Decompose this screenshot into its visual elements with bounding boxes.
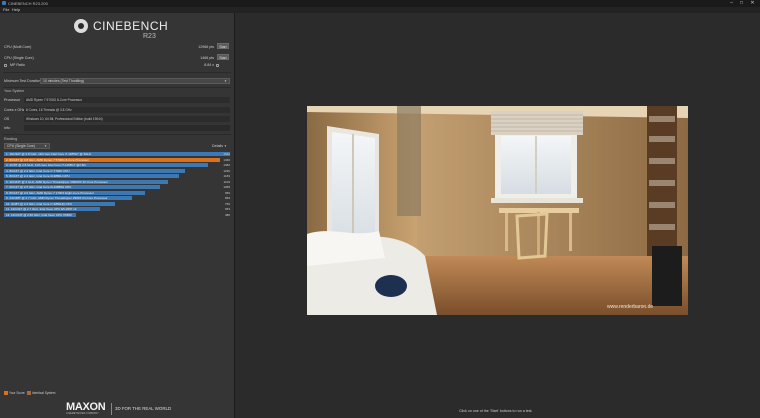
logo-name: CINEBENCH (93, 19, 169, 33)
separator (3, 134, 231, 135)
title-bar: CINEBENCH R23.200 – □ ✕ (0, 0, 760, 7)
chevron-down-icon: ▼ (224, 144, 227, 148)
ranking-row-label: 9. 24C/48T @ 2.7 GHz, AMD Ryzen Threadri… (6, 196, 108, 200)
legend-your-score-swatch (4, 391, 8, 395)
status-text: Click on one of the 'Start' buttons to r… (459, 409, 533, 413)
render-viewport[interactable]: www.renderbaron.de (307, 106, 688, 315)
ranking-row-score: 486 (224, 212, 230, 217)
app-icon (2, 1, 6, 5)
legend-identical-swatch (27, 391, 31, 395)
maxon-tagline: 3D FOR THE REAL WORLD (115, 406, 172, 411)
panel-divider[interactable] (234, 13, 235, 418)
ranking-heading: Ranking (4, 137, 18, 141)
ranking-row-label: 6. 32C/64T @ 3 GHz, AMD Ryzen Threadripp… (6, 179, 108, 184)
ranking-row[interactable]: 3. 4C/8T @ 2.8 GHz, 11th Gen Intel Core … (4, 163, 208, 168)
window-title: CINEBENCH R23.200 (8, 1, 48, 6)
maximize-button[interactable]: □ (737, 0, 746, 7)
ranking-row-label: 11. 12C/24T @ 2.7 GHz, Intel Xeon CPU E5… (6, 207, 77, 211)
min-duration-value: 10 minutes (Test Throttling) (43, 79, 85, 83)
ranking-row[interactable]: 2. 8C/16T @ 3.8 GHz, AMD Ryzen 7 5700G 8… (4, 157, 220, 162)
system-info-field[interactable] (24, 125, 230, 131)
ranking-row[interactable]: 5. 8C/16T @ 2.4 GHz, Intel Core i9-9880H… (4, 174, 179, 179)
ranking-row[interactable]: 1. 16C/32T @ 2.8 GHz, 11th Gen Intel Cor… (4, 152, 230, 157)
ranking-row-score: 1058 (223, 185, 230, 189)
close-button[interactable]: ✕ (748, 0, 757, 7)
ranking-row[interactable]: 7. 6C/12T @ 2.5 GHz, Intel Core i9-10885… (4, 185, 160, 190)
ranking-row-label: 3. 4C/8T @ 2.8 GHz, 11th Gen Intel Core … (6, 163, 86, 167)
render-image: www.renderbaron.de (307, 106, 688, 315)
your-system-heading: Your System (4, 89, 25, 93)
ranking-row-score: 1532 (223, 152, 230, 156)
render-watermark: www.renderbaron.de (607, 304, 653, 310)
ranking-row-score: 1109 (223, 179, 230, 184)
test-score-multi: 12966 pts (198, 45, 214, 49)
test-score-mp-ratio: 8.84 x (204, 63, 214, 67)
system-label-os: OS (4, 117, 10, 121)
minimize-button[interactable]: – (727, 0, 736, 7)
ranking-row-label: 12. 12C/24T @ 2.66 GHz, Intel Xeon CPU X… (6, 212, 72, 217)
ranking-row[interactable]: 12. 12C/24T @ 2.66 GHz, Intel Xeon CPU X… (4, 212, 76, 217)
ranking-row-score: 1183 (223, 174, 230, 178)
chevron-down-icon: ▼ (224, 79, 227, 83)
legend-identical: Identical System (32, 391, 56, 395)
footer-separator (111, 403, 112, 415)
ranking-row-score: 653 (224, 207, 230, 211)
test-label-multi: CPU (Multi Core) (4, 45, 32, 49)
system-label-cores: Cores x GHz (4, 108, 25, 112)
ranking-row-label: 1. 16C/32T @ 2.8 GHz, 11th Gen Intel Cor… (6, 152, 92, 156)
ranking-dropdown[interactable]: CPU (Single Core) ▼ (4, 143, 50, 149)
ranking-row[interactable]: 6. 32C/64T @ 3 GHz, AMD Ryzen Threadripp… (4, 179, 168, 184)
system-value-processor: AMD Ryzen 7 5700G 8-Core Processor (24, 97, 230, 103)
ranking-row-score: 869 (224, 196, 230, 200)
ranking-row-label: 5. 8C/16T @ 2.4 GHz, Intel Core i9-9880H… (6, 174, 70, 178)
mp-ratio-toggle[interactable] (216, 64, 219, 67)
separator (3, 87, 231, 88)
start-button-single[interactable]: Start (217, 54, 229, 60)
test-score-single: 1466 pts (200, 56, 214, 60)
ranking-row[interactable]: 9. 24C/48T @ 2.7 GHz, AMD Ryzen Threadri… (4, 196, 132, 201)
start-button-multi[interactable]: Start (217, 43, 229, 49)
ranking-row-label: 10. 4C/8T @ 2.3 GHz, Intel Core i7-4850H… (6, 201, 73, 206)
ranking-row[interactable]: 11. 12C/24T @ 2.7 GHz, Intel Xeon CPU E5… (4, 207, 100, 212)
cinebench-logo-icon (74, 19, 88, 33)
system-value-cores: 8 Cores, 16 Threads @ 3.8 GHz (24, 107, 230, 113)
ranking-row-label: 8. 8C/16T @ 3.6 GHz, AMD Ryzen 7 1700X E… (6, 190, 94, 195)
min-duration-select[interactable]: 10 minutes (Test Throttling) ▼ (40, 78, 230, 84)
system-label-processor: Processor (4, 98, 21, 102)
logo-version: R23 (143, 33, 156, 40)
mp-ratio-checkbox[interactable] (4, 64, 7, 67)
ranking-row-score: 959 (224, 190, 230, 195)
min-duration-label: Minimum Test Duration (4, 79, 41, 83)
chevron-down-icon: ▼ (44, 144, 47, 148)
ranking-row-score: 750 (224, 201, 230, 206)
separator (3, 72, 231, 73)
ranking-details-label: Details (212, 144, 223, 148)
ranking-row-score: 1466 (223, 157, 230, 162)
ranking-row-label: 2. 8C/16T @ 3.8 GHz, AMD Ryzen 7 5700G 8… (6, 157, 90, 162)
ranking-dropdown-value: CPU (Single Core) (7, 144, 36, 148)
ranking-row-score: 1230 (223, 168, 230, 173)
ranking-row-label: 4. 8C/16T @ 2.3 GHz, Intel Core i7-7700K… (6, 168, 70, 173)
ranking-row-label: 7. 6C/12T @ 2.5 GHz, Intel Core i9-10885… (6, 185, 72, 189)
ranking-row-score: 1382 (223, 163, 230, 167)
test-label-mp-ratio: MP Ratio (10, 63, 25, 67)
legend-your-score: Your Score (9, 391, 25, 395)
system-value-os: Windows 10, 64 Bit, Professional Edition… (24, 116, 230, 122)
cinebench-logo: CINEBENCH R23 (72, 17, 172, 47)
system-label-info: Info (4, 126, 10, 130)
maxon-sub: A NEMETSCHEK COMPANY (66, 412, 99, 415)
ranking-row[interactable]: 8. 8C/16T @ 3.6 GHz, AMD Ryzen 7 1700X E… (4, 190, 145, 195)
test-label-single: CPU (Single Core) (4, 56, 34, 60)
ranking-row[interactable]: 4. 8C/16T @ 2.3 GHz, Intel Core i7-7700K… (4, 168, 185, 173)
ranking-details-button[interactable]: Details ▼ (212, 144, 227, 148)
ranking-row[interactable]: 10. 4C/8T @ 2.3 GHz, Intel Core i7-4850H… (4, 201, 115, 206)
